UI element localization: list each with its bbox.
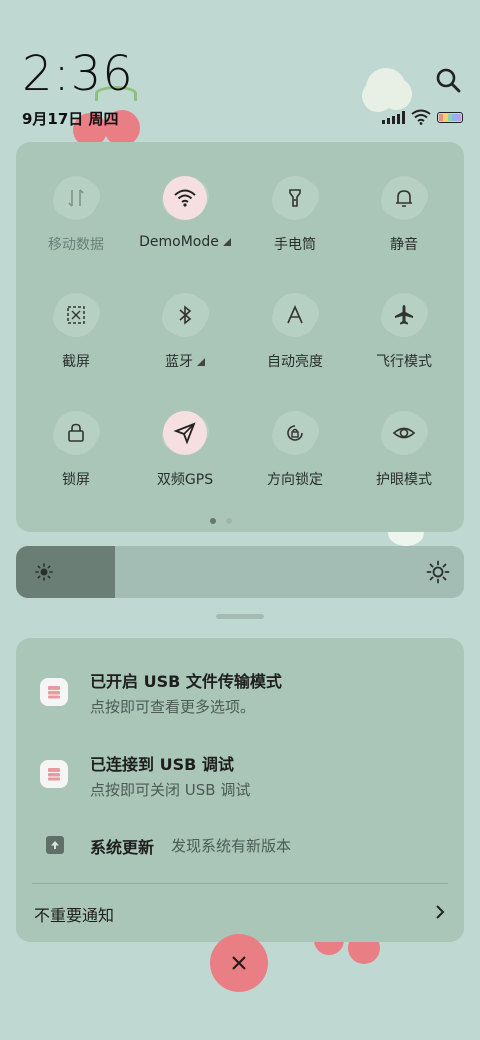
quick-tile-label: 护眼模式 [349,469,459,489]
quick-tile-label-text: 自动亮度 [267,354,323,370]
close-icon [232,956,246,970]
quick-tile-label-text: DemoMode [139,234,219,250]
quick-tile-label: 静音 [349,234,459,254]
quick-tile-label-text: 方向锁定 [267,472,323,488]
battery-icon [437,111,463,123]
quick-tile-label-text: 蓝牙 [165,354,193,370]
search-icon[interactable] [434,66,462,94]
auto-brightness-icon [273,293,317,337]
system-update-icon [46,836,64,854]
page-dot [226,518,232,524]
drag-handle[interactable] [216,614,264,619]
bell-icon [382,176,426,220]
quick-tile-label-text: 飞行模式 [376,354,432,370]
quick-tile[interactable]: 自动亮度 [240,293,350,371]
quick-tile-label: 锁屏 [21,469,131,489]
status-icons [382,108,463,126]
notification-subtitle: 点按即可关闭 USB 调试 [90,781,251,799]
clock[interactable]: 2:36 [22,46,134,102]
usb-notification-icon [40,678,68,706]
unimportant-notifications-label[interactable]: 不重要通知 [34,902,114,926]
quick-tile[interactable]: 截屏 [21,293,131,371]
airplane-icon [382,293,426,337]
quick-tile[interactable]: 方向锁定 [240,411,350,489]
system-update-subtitle[interactable]: 发现系统有新版本 [171,835,291,856]
signal-icon [382,110,405,124]
rotation-lock-icon [273,411,317,455]
quick-tile[interactable]: 手电筒 [240,176,350,254]
quick-tile[interactable]: DemoMode [130,176,240,250]
notification-panel: 已开启 USB 文件传输模式 点按即可查看更多选项。 已连接到 USB 调试 点… [16,638,464,942]
brightness-fill [16,546,115,598]
quick-tile[interactable]: 双频GPS [130,411,240,489]
clear-all-button[interactable] [210,934,268,992]
bluetooth-icon [163,293,207,337]
brightness-slider[interactable] [16,546,464,598]
quick-tile-label: 截屏 [21,351,131,371]
quick-tile-label-text: 锁屏 [62,472,90,488]
expand-arrow-icon[interactable] [222,238,231,246]
notification-title: 已连接到 USB 调试 [90,755,234,774]
quick-tile[interactable]: 蓝牙 [130,293,240,371]
quick-tile-label: DemoMode [130,234,240,250]
wifi-status-icon [411,109,431,125]
brightness-low-icon [35,563,53,581]
quick-tile[interactable]: 护眼模式 [349,411,459,489]
quick-tile[interactable]: 静音 [349,176,459,254]
quick-tile[interactable]: 锁屏 [21,411,131,489]
chevron-right-icon[interactable] [432,904,448,920]
usb-debug-notification-icon [40,760,68,788]
quick-tile-label-text: 静音 [390,237,418,253]
quick-tile-label: 方向锁定 [240,469,350,489]
page-indicator [210,518,232,524]
date[interactable]: 9月17日 周四 [22,108,119,129]
gps-icon [163,411,207,455]
system-update-title[interactable]: 系统更新 [90,834,154,858]
quick-tile-label: 蓝牙 [130,351,240,371]
page-dot-active [210,518,216,524]
eye-icon [382,411,426,455]
quick-tile-label-text: 手电筒 [274,237,316,253]
flashlight-icon [273,176,317,220]
quick-tile-label: 自动亮度 [240,351,350,371]
quick-tile[interactable]: 移动数据 [21,176,131,254]
brightness-high-icon [426,560,450,584]
expand-arrow-icon[interactable] [197,358,205,366]
flower-decoration [366,68,406,108]
quick-tile-label: 移动数据 [21,234,131,254]
quick-tile[interactable]: 飞行模式 [349,293,459,371]
notification-subtitle: 点按即可查看更多选项。 [90,698,256,716]
quick-tile-label-text: 护眼模式 [376,472,432,488]
divider [32,883,448,884]
quick-tile-label-text: 移动数据 [48,237,104,253]
quick-tile-label: 飞行模式 [349,351,459,371]
quick-tile-label-text: 截屏 [62,354,90,370]
lock-icon [54,411,98,455]
mobile-data-icon [54,176,98,220]
quick-tile-label-text: 双频GPS [156,472,214,488]
screenshot-icon [54,293,98,337]
wifi-icon [163,176,207,220]
quick-tile-label: 双频GPS [130,469,240,489]
notification-title: 已开启 USB 文件传输模式 [90,672,282,691]
quick-tile-label: 手电筒 [240,234,350,254]
